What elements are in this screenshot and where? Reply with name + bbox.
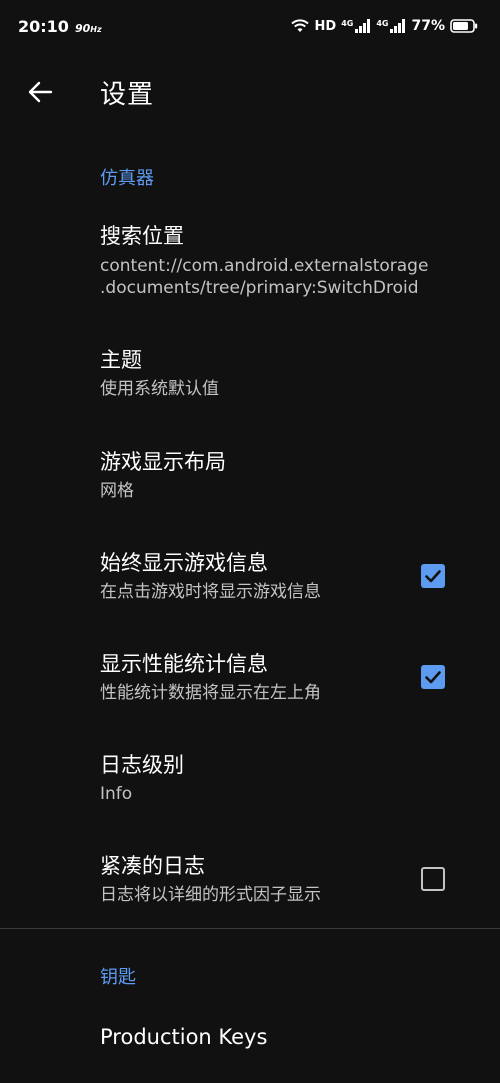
battery-icon bbox=[450, 19, 478, 33]
pref-summary: Info bbox=[100, 784, 133, 804]
pref-production-keys[interactable]: Production Keys bbox=[0, 1023, 500, 1051]
pref-title: 始终显示游戏信息 bbox=[100, 551, 268, 575]
compact-log-checkbox[interactable] bbox=[421, 867, 445, 891]
refresh-rate: 90Hz bbox=[75, 22, 102, 35]
pref-log-level[interactable]: 日志级别 Info bbox=[0, 751, 500, 805]
refresh-rate-unit: Hz bbox=[90, 24, 102, 34]
hd-indicator: HD bbox=[314, 18, 337, 34]
back-button[interactable] bbox=[22, 74, 58, 110]
pref-game-layout[interactable]: 游戏显示布局 网格 bbox=[0, 448, 500, 502]
wifi-icon bbox=[290, 19, 309, 32]
pref-summary: 在点击游戏时将显示游戏信息 bbox=[100, 582, 321, 602]
refresh-rate-value: 90 bbox=[74, 21, 91, 35]
pref-summary: 使用系统默认值 bbox=[100, 379, 219, 399]
pref-summary: 日志将以详细的形式因子显示 bbox=[100, 885, 321, 905]
section-header-keys: 钥匙 bbox=[100, 967, 136, 988]
check-icon bbox=[425, 570, 441, 583]
network-type-2: 4G bbox=[376, 19, 389, 28]
page-title: 设置 bbox=[100, 80, 155, 110]
arrow-left-icon bbox=[28, 81, 53, 103]
signal-icon bbox=[355, 19, 371, 33]
pref-title: Production Keys bbox=[100, 1025, 268, 1049]
pref-title: 显示性能统计信息 bbox=[100, 652, 268, 676]
network-type-1: 4G bbox=[341, 19, 354, 28]
section-divider bbox=[0, 928, 500, 929]
battery-percent: 77% bbox=[411, 18, 445, 34]
pref-title: 搜索位置 bbox=[100, 224, 184, 248]
pref-summary: 网格 bbox=[100, 481, 134, 501]
status-left: 20:10 90Hz bbox=[18, 17, 102, 36]
pref-title: 紧凑的日志 bbox=[100, 854, 205, 878]
status-bar: 20:10 90Hz HD 4G 4G 77% bbox=[0, 0, 500, 52]
pref-summary-line-2: .documents/tree/primary:SwitchDroid bbox=[100, 278, 419, 298]
app-bar: 设置 bbox=[0, 56, 500, 128]
perf-stats-checkbox[interactable] bbox=[421, 665, 445, 689]
pref-summary-line-1: content://com.android.externalstorage bbox=[100, 256, 429, 276]
pref-summary: 性能统计数据将显示在左上角 bbox=[100, 683, 321, 703]
pref-theme[interactable]: 主题 使用系统默认值 bbox=[0, 346, 500, 400]
pref-title: 日志级别 bbox=[100, 753, 184, 777]
always-show-info-checkbox[interactable] bbox=[421, 564, 445, 588]
check-icon bbox=[425, 671, 441, 684]
status-time: 20:10 bbox=[18, 16, 69, 36]
status-right: HD 4G 4G 77% bbox=[290, 18, 478, 34]
pref-summary: content://com.android.externalstorage .d… bbox=[100, 255, 440, 299]
pref-title: 游戏显示布局 bbox=[100, 450, 226, 474]
signal-icon-2 bbox=[390, 19, 406, 33]
settings-screen: 20:10 90Hz HD 4G 4G 77% 设置 仿真器 搜索位置 cont… bbox=[0, 0, 500, 1083]
pref-search-location[interactable]: 搜索位置 content://com.android.externalstora… bbox=[0, 222, 500, 299]
pref-title: 主题 bbox=[100, 348, 142, 372]
section-header-emulator: 仿真器 bbox=[100, 168, 154, 189]
